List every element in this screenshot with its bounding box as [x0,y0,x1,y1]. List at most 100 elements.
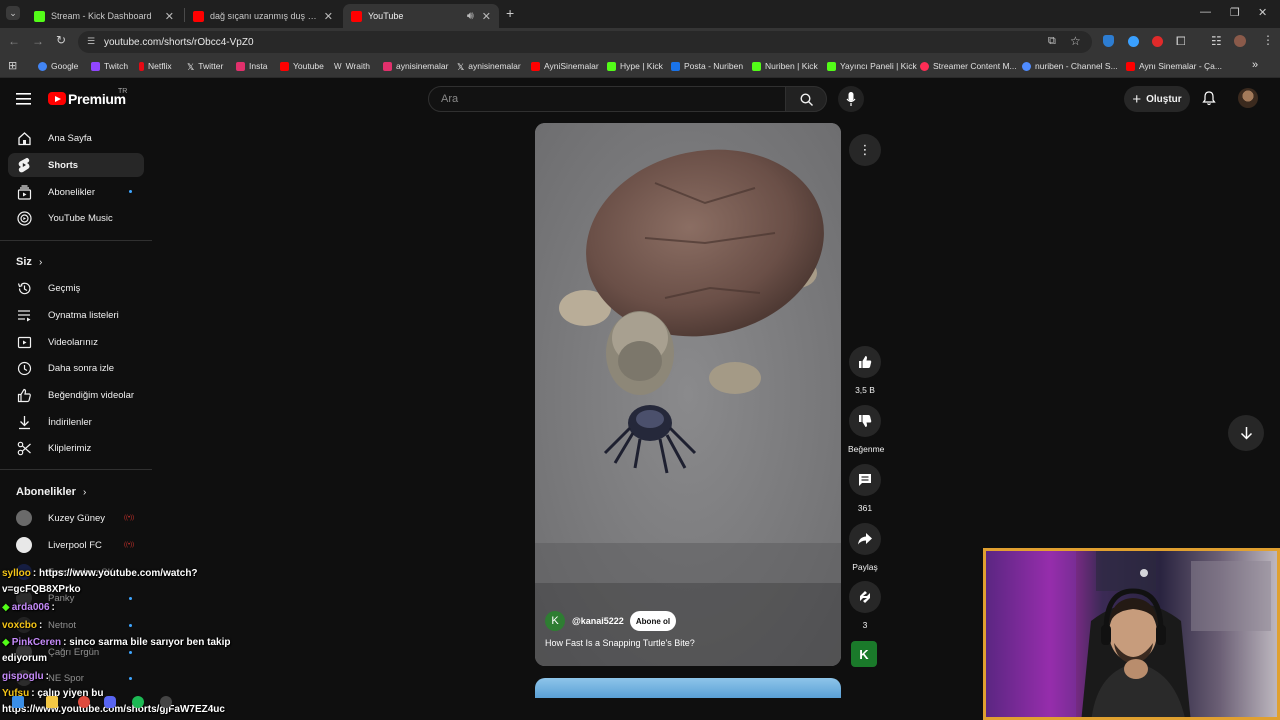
menu-kebab-icon[interactable]: ⋮ [1262,33,1274,47]
extension-globe-icon[interactable] [1128,36,1139,47]
subscribe-button[interactable]: Abone ol [630,611,676,631]
youtube-header: Premium TR Ara + Oluştur [0,78,1280,120]
channel-badge[interactable]: K [851,641,877,667]
dislike-button[interactable] [849,405,881,437]
more-actions-button[interactable]: ⋮ [849,134,881,166]
sidebar-item-playlists[interactable]: Oynatma listeleri [8,303,144,327]
extension-red-icon[interactable] [1152,36,1163,47]
bookmark-google[interactable]: Google [38,61,78,71]
live-indicator-icon: ((•)) [124,515,135,521]
sidebar-item-liked-videos[interactable]: Beğendiğim videolar [8,383,144,407]
notifications-bell-icon[interactable] [1202,91,1216,106]
next-short-button[interactable] [1228,415,1264,451]
bookmark-youtube[interactable]: Youtube [280,61,324,71]
bookmark-aynisinemalar-x[interactable]: 𝕏aynisinemalar [457,61,521,72]
bookmark-channel-s[interactable]: nuriben - Channel S... [1022,61,1118,71]
reload-icon[interactable]: ↻ [56,33,66,47]
chrome-icon[interactable] [78,696,90,708]
minimize-icon[interactable]: — [1200,6,1211,18]
obs-icon[interactable] [160,696,172,708]
windows-start-icon[interactable] [12,696,24,708]
close-tab-icon[interactable]: ✕ [324,10,333,23]
tab-youtube-video[interactable]: dağ sıçanı uzanmış duş keyfi yapıyor - Y… [185,4,341,28]
site-info-icon[interactable]: ☰ [87,36,95,47]
sidebar-item-home[interactable]: Ana Sayfa [8,126,144,150]
maximize-icon[interactable]: ❐ [1230,6,1240,19]
bookmark-nuriben-kick[interactable]: Nuriben | Kick [752,61,818,71]
like-button[interactable] [849,346,881,378]
subscriptions-section-heading[interactable]: Abonelikler › [16,486,86,498]
address-bar[interactable]: ☰ youtube.com/shorts/rObcc4-VpZ0 ⧉ ☆ [78,31,1092,53]
channel-handle[interactable]: @kanai5222 [572,616,624,626]
bookmark-twitter[interactable]: 𝕏 Twitter [187,61,223,72]
kick-favicon-icon [34,10,45,22]
next-short-preview[interactable] [535,678,841,698]
bookmark-wraith[interactable]: W Wraith [334,61,370,71]
bookmark-aynisinemalar-yt[interactable]: AyniSinemalar [531,61,599,71]
bookmark-streamer-content[interactable]: Streamer Content M... [920,61,1017,71]
tab-search-icon[interactable]: ⌄ [6,6,20,20]
badge-icon: ◆ [2,637,10,648]
bookmark-insta[interactable]: Insta [236,61,267,71]
bookmark-twitch[interactable]: Twitch [91,61,128,71]
tab-youtube-active[interactable]: YouTube 🔊︎ ✕ [343,4,499,28]
short-title[interactable]: How Fast Is a Snapping Turtle's Bite? [545,638,695,648]
bookmark-aynisinemalar-insta[interactable]: aynisinemalar [383,61,448,71]
close-window-icon[interactable]: ✕ [1258,6,1267,19]
spotify-icon[interactable] [132,696,144,708]
cast-icon[interactable]: ⧉ [1048,35,1056,48]
hamburger-menu-icon[interactable] [16,92,32,105]
bookmark-netflix[interactable]: Netflix [139,61,172,71]
more-bookmarks-icon[interactable]: » [1252,59,1258,71]
speaker-icon[interactable]: 🔊︎ [467,10,474,23]
sidebar-item-downloads[interactable]: İndirilenler [8,410,144,434]
user-avatar[interactable] [1238,88,1258,108]
close-tab-icon[interactable]: ✕ [482,10,491,23]
like-count: 3,5 B [855,385,875,395]
short-video-player[interactable]: K @kanai5222 Abone ol How Fast Is a Snap… [535,123,841,666]
new-tab-icon[interactable]: + [506,5,514,21]
profile-icon[interactable] [1234,35,1246,47]
sidebar-item-youtube-music[interactable]: YouTube Music [8,206,144,230]
create-button[interactable]: + Oluştur [1124,86,1190,112]
tab-strip-icon[interactable]: ☷ [1211,34,1222,48]
share-button[interactable] [849,523,881,555]
youtube-logo-icon[interactable] [48,92,66,105]
bookmark-star-icon[interactable]: ☆ [1070,34,1081,48]
close-tab-icon[interactable]: ✕ [165,10,174,23]
bookmark-hype-kick[interactable]: Hype | Kick [607,61,663,71]
voice-search-button[interactable] [838,86,864,112]
bookmark-ayni-sinemalar[interactable]: Aynı Sinemalar - Ça... [1126,61,1222,71]
search-input[interactable]: Ara [428,86,786,112]
kick-icon [827,61,836,71]
search-button[interactable] [785,86,827,112]
sidebar-item-watch-later[interactable]: Daha sonra izle [8,356,144,380]
youtube-music-icon [16,210,32,226]
sidebar-item-clips[interactable]: Kliplerimiz [8,436,144,460]
like-action: 3,5 B [848,346,882,395]
region-code: TR [118,88,128,95]
back-icon[interactable]: ← [8,34,20,48]
video-frame [535,123,841,666]
watch-later-icon [16,360,32,376]
tab-kick-dashboard[interactable]: Stream - Kick Dashboard ✕ [26,4,182,28]
bookmark-posta[interactable]: Posta - Nuriben [671,61,743,71]
sidebar-item-your-videos[interactable]: Videolarınız [8,330,144,354]
channel-avatar[interactable]: K [545,611,565,631]
file-explorer-icon[interactable] [46,696,58,708]
sidebar-item-subscriptions[interactable]: Abonelikler [8,180,144,204]
chevron-right-icon: › [38,257,43,268]
apps-grid-icon[interactable]: ⊞ [8,59,17,72]
discord-icon[interactable] [104,696,116,708]
sidebar-item-shorts[interactable]: Shorts [8,153,144,177]
bookmark-yayinci-paneli[interactable]: Yayıncı Paneli | Kick [827,61,917,71]
forward-icon[interactable]: → [32,34,44,48]
extensions-puzzle-icon[interactable]: ⧠ [1176,34,1186,49]
comments-button[interactable] [849,464,881,496]
download-icon [16,414,32,430]
remix-button[interactable] [849,581,881,613]
extension-shield-icon[interactable] [1103,35,1114,47]
you-section-heading[interactable]: Siz › [16,256,42,268]
sidebar-item-history[interactable]: Geçmiş [8,276,144,300]
youtube-icon [280,61,289,71]
